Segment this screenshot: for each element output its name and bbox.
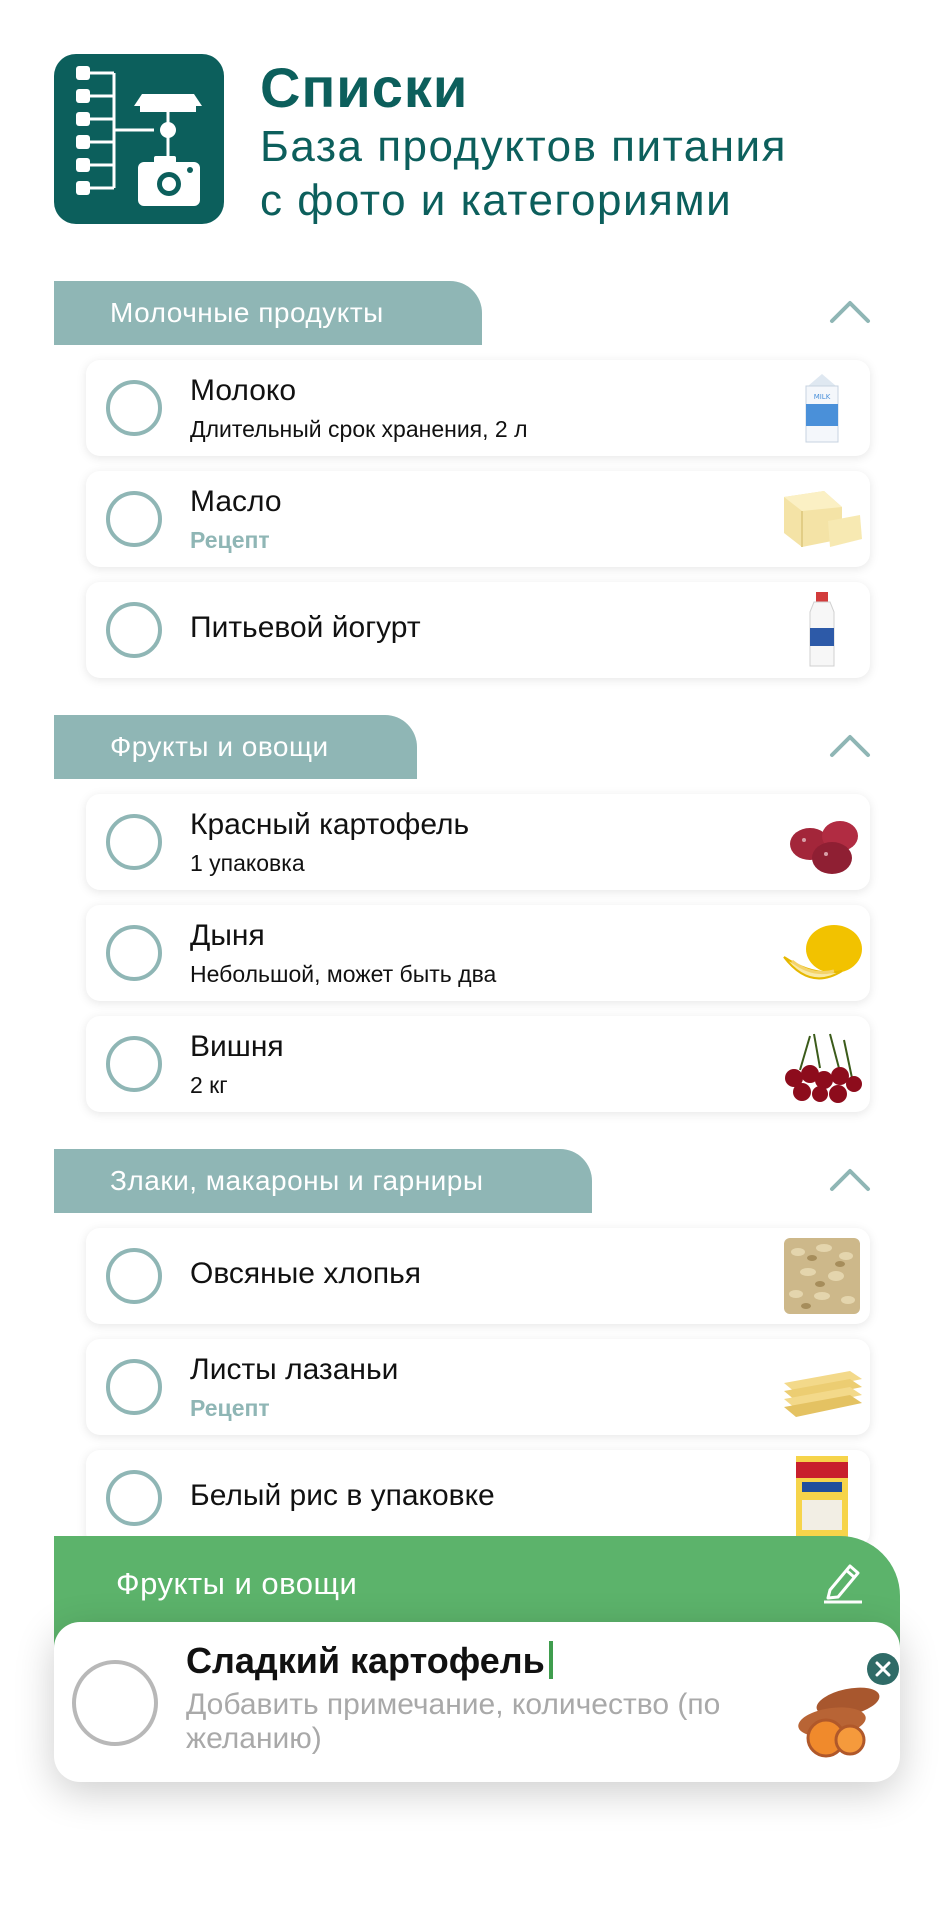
melon-icon (780, 911, 864, 995)
item-note: Длительный срок хранения, 2 л (190, 416, 528, 442)
section-header-dairy[interactable]: Молочные продукты (54, 281, 482, 345)
pencil-icon[interactable] (820, 1558, 866, 1604)
rice-box-icon (780, 1456, 864, 1540)
list-item[interactable]: Красный картофель 1 упаковка (86, 794, 870, 890)
recipe-link[interactable]: Рецепт (190, 527, 270, 554)
list-item[interactable]: Вишня 2 кг (86, 1016, 870, 1112)
editor-card: Сладкий картофель Добавить примечание, к… (54, 1622, 900, 1782)
recipe-link[interactable]: Рецепт (190, 1395, 270, 1422)
item-name-input[interactable]: Сладкий картофель (186, 1640, 553, 1682)
editor-category: Фрукты и овощи (116, 1566, 358, 1601)
cherries-icon (780, 1022, 864, 1106)
list-camera-icon (54, 54, 224, 224)
item-name: Белый рис в упаковке (190, 1479, 495, 1512)
chevron-up-icon[interactable] (826, 1157, 874, 1205)
item-name-text: Сладкий картофель (186, 1640, 545, 1681)
butter-icon (780, 477, 864, 561)
checkbox[interactable] (106, 1036, 162, 1092)
red-potato-icon (780, 800, 864, 884)
section-header-grains-pasta[interactable]: Злаки, макароны и гарниры (54, 1149, 592, 1213)
section-grains-pasta: Злаки, макароны и гарниры Овсяные хлопья… (54, 1149, 874, 1549)
svg-text:MILK: MILK (814, 393, 831, 401)
app-header: Списки База продуктов питания с фото и к… (54, 54, 914, 225)
new-item-editor: Фрукты и овощи Сладкий картофель Добавит… (54, 1536, 900, 1782)
item-name: Дыня (190, 919, 265, 952)
lasagna-sheets-icon (780, 1345, 864, 1429)
item-name: Овсяные хлопья (190, 1257, 421, 1290)
item-name: Молоко (190, 374, 297, 407)
page-subtitle: База продуктов питания с фото и категори… (260, 120, 787, 228)
checkbox[interactable] (106, 1470, 162, 1526)
item-note: 1 упаковка (190, 850, 305, 876)
subtitle-line-2: с фото и категориями (260, 176, 733, 225)
checkbox[interactable] (106, 1359, 162, 1415)
checkbox[interactable] (106, 814, 162, 870)
checkbox[interactable] (106, 925, 162, 981)
item-name: Вишня (190, 1030, 284, 1063)
oats-icon (780, 1234, 864, 1318)
checkbox[interactable] (106, 380, 162, 436)
list-item[interactable]: Масло Рецепт (86, 471, 870, 567)
section-fruits-vegetables: Фрукты и овощи Красный картофель 1 упако… (54, 715, 874, 1115)
section-dairy: Молочные продукты Молоко Длительный срок… (54, 281, 874, 681)
list-item[interactable]: Молоко Длительный срок хранения, 2 л MIL… (86, 360, 870, 456)
checkbox[interactable] (106, 1248, 162, 1304)
item-name: Питьевой йогурт (190, 611, 421, 644)
yogurt-bottle-icon (780, 588, 864, 672)
chevron-up-icon[interactable] (826, 723, 874, 771)
list-item[interactable]: Питьевой йогурт (86, 582, 870, 678)
list-item[interactable]: Белый рис в упаковке (86, 1450, 870, 1546)
list-item[interactable]: Листы лазаньи Рецепт (86, 1339, 870, 1435)
subtitle-line-1: База продуктов питания (260, 122, 787, 171)
sweet-potato-icon (792, 1672, 888, 1768)
item-name: Красный картофель (190, 808, 470, 841)
checkbox[interactable] (72, 1660, 158, 1746)
page-title: Списки (260, 56, 469, 119)
item-name: Листы лазаньи (190, 1353, 399, 1386)
section-header-fruits-vegetables[interactable]: Фрукты и овощи (54, 715, 417, 779)
item-note: 2 кг (190, 1072, 228, 1098)
list-item[interactable]: Дыня Небольшой, может быть два (86, 905, 870, 1001)
note-input[interactable]: Добавить примечание, количество (по жела… (186, 1688, 776, 1756)
list-item[interactable]: Овсяные хлопья (86, 1228, 870, 1324)
milk-carton-icon: MILK (780, 366, 864, 450)
item-name: Масло (190, 485, 282, 518)
item-note: Небольшой, может быть два (190, 961, 497, 987)
chevron-up-icon[interactable] (826, 289, 874, 337)
checkbox[interactable] (106, 491, 162, 547)
checkbox[interactable] (106, 602, 162, 658)
text-caret (548, 1641, 553, 1679)
